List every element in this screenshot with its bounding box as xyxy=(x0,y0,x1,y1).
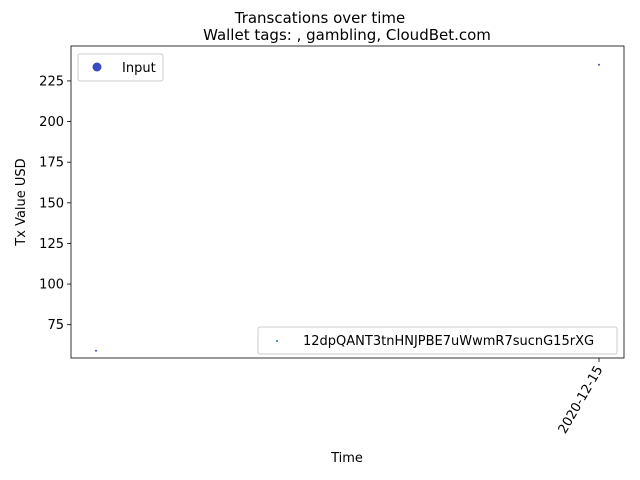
y-axis-label: Tx Value USD xyxy=(14,158,29,246)
y-tick-label: 75 xyxy=(47,318,64,333)
y-tick-label: 150 xyxy=(39,196,64,211)
legend-top-left: Input xyxy=(77,53,164,82)
y-tick-label: 125 xyxy=(39,237,64,252)
legend-marker-input xyxy=(92,62,102,72)
data-point xyxy=(95,349,97,352)
y-tick-label: 175 xyxy=(39,156,64,171)
data-point xyxy=(598,63,600,66)
chart-title: Transcations over time xyxy=(234,9,406,27)
chart-subtitle: Wallet tags: , gambling, CloudBet.com xyxy=(203,26,491,44)
legend-label-wallet: 12dpQANT3tnHNJPBE7uWwmR7sucnG15rXG xyxy=(303,334,594,349)
legend-bottom-right: 12dpQANT3tnHNJPBE7uWwmR7sucnG15rXG xyxy=(257,326,618,355)
x-axis-label: Time xyxy=(330,451,363,466)
y-tick-label: 100 xyxy=(39,278,64,293)
y-tick-label: 225 xyxy=(39,74,64,89)
scatter-chart: Transcations over time Wallet tags: , ga… xyxy=(0,0,640,480)
legend-marker-wallet xyxy=(276,340,278,342)
legend-label-input: Input xyxy=(122,61,156,76)
y-tick-label: 200 xyxy=(39,115,64,130)
